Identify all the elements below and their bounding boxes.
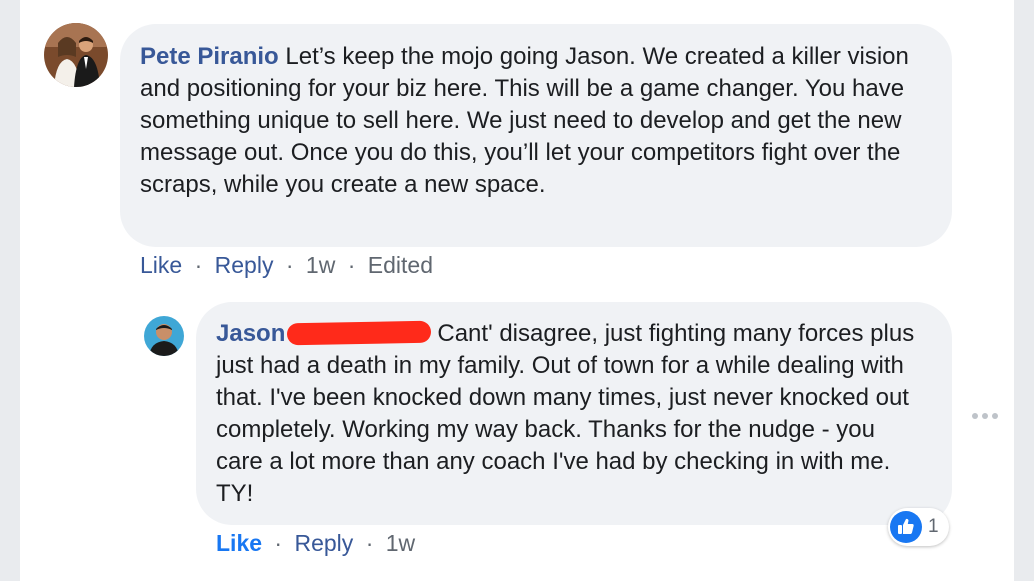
- thumbs-up-icon: [890, 511, 922, 543]
- separator: ·: [194, 252, 203, 278]
- like-link[interactable]: Like: [140, 252, 182, 278]
- dot-icon: [992, 413, 998, 419]
- reply-link[interactable]: Reply: [215, 252, 274, 278]
- dot-icon: [982, 413, 988, 419]
- timestamp[interactable]: 1w: [306, 252, 335, 278]
- separator: ·: [347, 252, 356, 278]
- reply-link[interactable]: Reply: [294, 530, 353, 556]
- dot-icon: [972, 413, 978, 419]
- reply-bubble: Jason Cant' disagree, just fighting many …: [196, 302, 952, 525]
- comment-text: Cant' disagree, just fighting many force…: [216, 320, 915, 507]
- page-right-edge: [1014, 0, 1034, 581]
- comment-actions: Like · Reply · 1w: [216, 528, 415, 558]
- avatar[interactable]: [44, 23, 108, 87]
- separator: ·: [285, 252, 294, 278]
- separator: ·: [274, 530, 283, 556]
- comment-author[interactable]: Pete Piranio: [140, 43, 279, 70]
- avatar[interactable]: [144, 316, 184, 356]
- page-left-edge: [0, 0, 20, 581]
- reaction-count-badge[interactable]: 1: [888, 508, 949, 546]
- separator: ·: [365, 530, 374, 556]
- timestamp[interactable]: 1w: [386, 530, 415, 556]
- comment-actions: Like · Reply · 1w · Edited: [140, 250, 433, 280]
- comment-author[interactable]: Jason: [216, 320, 285, 347]
- more-options-button[interactable]: [970, 408, 1000, 424]
- reaction-count: 1: [928, 516, 939, 537]
- edited-label[interactable]: Edited: [368, 252, 433, 278]
- redaction-mark: [287, 320, 432, 346]
- like-link[interactable]: Like: [216, 530, 262, 556]
- comment-bubble: Pete Piranio Let’s keep the mojo going J…: [120, 24, 952, 247]
